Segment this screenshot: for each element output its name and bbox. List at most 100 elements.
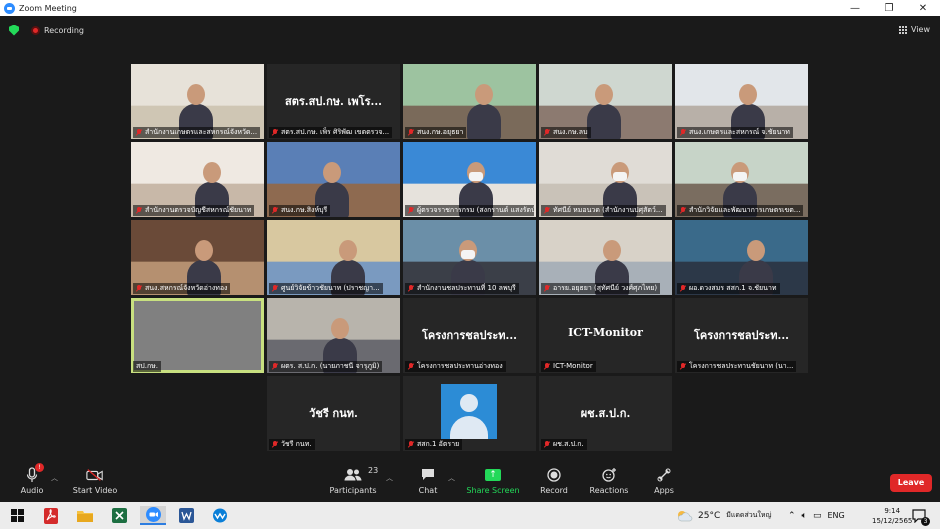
participant-name: ผู้ตรวจราชการกรม (สงกรานต์ แสงรัตน์) — [417, 206, 534, 214]
clock[interactable]: 9:14 15/12/2565 — [872, 502, 912, 529]
video-tile[interactable]: โครงการชลประท... โครงการชลประทานอ่างทอง — [403, 298, 536, 373]
recording-label: Recording — [44, 25, 85, 35]
video-off-icon — [86, 466, 104, 483]
participant-name-tag: วัชรี กนท. — [269, 439, 315, 450]
meeting-controls: ! Audio ︿ Start Video 23 Participants ︿ … — [0, 460, 940, 502]
participant-name: ผช.ส.ป.ก. — [553, 440, 584, 448]
participant-display-name: ICT-Monitor — [568, 326, 643, 339]
video-tile[interactable]: ผู้ตรวจราชการกรม (สงกรานต์ แสงรัตน์) — [403, 142, 536, 217]
notification-center-icon[interactable]: 3 — [912, 502, 930, 529]
participant-name: สนง.สหกรณ์จังหวัดอ่างทอง — [145, 284, 228, 292]
video-tile[interactable]: สนง.กษ.ลบ — [539, 64, 672, 139]
recording-icon — [31, 25, 40, 35]
webex-app-icon[interactable] — [210, 506, 230, 525]
participant-name: อารย.อยุธยา (สุทัศนีย์ วงศ์ศุภไทย) — [553, 284, 658, 292]
muted-mic-icon — [272, 441, 278, 448]
video-tile[interactable]: สนง.กษ.สิงห์บุรี — [267, 142, 400, 217]
notification-count: 3 — [921, 517, 930, 526]
window-title: Zoom Meeting — [19, 3, 77, 13]
video-tile[interactable]: อารย.อยุธยา (สุทัศนีย์ วงศ์ศุภไทย) — [539, 220, 672, 295]
participant-name: ศูนย์วิจัยข้าวชัยนาท (ปราชญา... — [281, 284, 380, 292]
zoom-window: Zoom Meeting — ❐ ✕ Recording View สำนักง… — [0, 0, 940, 529]
video-tile[interactable]: วัชรี กนท. วัชรี กนท. — [267, 376, 400, 451]
video-tile[interactable]: สำนักวิจัยและพัฒนาการเกษตรเขต... — [675, 142, 808, 217]
participant-name-tag: สนง.กษ.สิงห์บุรี — [269, 205, 331, 216]
close-button[interactable]: ✕ — [906, 0, 940, 16]
muted-mic-icon — [136, 207, 142, 214]
video-tile[interactable]: สสก.1 อัตราย — [403, 376, 536, 451]
participant-name-tag: สนง.กษ.ลบ — [541, 127, 591, 138]
muted-mic-icon — [136, 285, 142, 292]
video-tile[interactable]: ผอ.ดวงสมร สสก.1 จ.ชัยนาท — [675, 220, 808, 295]
default-avatar-icon — [441, 384, 497, 439]
muted-mic-icon — [408, 363, 414, 370]
muted-mic-icon — [272, 363, 278, 370]
participant-name: ทัศนีย์ หมอนวด (สำนักงานปศุสัตว์... — [553, 206, 663, 214]
network-icon[interactable]: ▭ — [813, 511, 822, 521]
participant-name-tag: สนง.กษ.อยุธยา — [405, 127, 467, 138]
start-video-button[interactable]: Start Video — [60, 466, 130, 495]
security-shield-icon[interactable] — [9, 24, 19, 36]
windows-taskbar: 25°C มีแดดส่วนใหญ่ ⌃ 🔈︎ ▭ ENG 9:14 15/12… — [0, 502, 940, 529]
view-button[interactable]: View — [899, 25, 930, 34]
grid-view-icon — [899, 25, 908, 34]
participant-display-name: สตร.สป.กษ. เพโร... — [284, 95, 382, 108]
participant-name: ผตร. ส.ป.ก. (นายภาชนี จารุภูมิ) — [281, 362, 380, 370]
muted-mic-icon — [680, 129, 686, 136]
video-tile[interactable]: ผตร. ส.ป.ก. (นายภาชนี จารุภูมิ) — [267, 298, 400, 373]
muted-mic-icon — [272, 129, 278, 136]
video-tile[interactable]: สำนักงานชลประทานที่ 10 ลพบุรี — [403, 220, 536, 295]
meeting-status-bar: Recording View — [0, 16, 940, 44]
participant-display-name: โครงการชลประท... — [693, 329, 790, 342]
speaker-icon[interactable]: 🔈︎ — [802, 511, 807, 521]
video-tile[interactable]: สป.กษ. — [131, 298, 264, 373]
weather-widget[interactable]: 25°C มีแดดส่วนใหญ่ — [677, 502, 771, 529]
windows-start-icon[interactable] — [7, 506, 27, 525]
video-tile[interactable]: สำนักงานตรวจบัญชีสหกรณ์ชัยนาท — [131, 142, 264, 217]
video-tile[interactable]: สนง.สหกรณ์จังหวัดอ่างทอง — [131, 220, 264, 295]
video-tile[interactable]: โครงการชลประท... โครงการชลประทานชัยนาท (น… — [675, 298, 808, 373]
participant-name: สนง.กษ.สิงห์บุรี — [281, 206, 328, 214]
participants-count: 23 — [368, 466, 379, 475]
minimize-button[interactable]: — — [838, 0, 872, 16]
participant-name-tag: ผช.ส.ป.ก. — [541, 439, 587, 450]
participant-name: โครงการชลประทานอ่างทอง — [417, 362, 503, 370]
participants-button[interactable]: 23 Participants — [318, 466, 388, 495]
file-explorer-icon[interactable] — [75, 506, 95, 525]
participant-name-tag: สป.กษ. — [133, 361, 162, 372]
participant-name: สำนักวิจัยและพัฒนาการเกษตรเขต... — [689, 206, 801, 214]
chat-label: Chat — [418, 486, 438, 495]
muted-mic-icon — [544, 207, 550, 214]
muted-mic-icon — [544, 441, 550, 448]
video-tile[interactable]: สนง.กษ.อยุธยา — [403, 64, 536, 139]
share-screen-button[interactable]: ↑ Share Screen — [458, 466, 528, 495]
microphone-icon: ! — [23, 463, 44, 483]
participant-name-tag: ผตร. ส.ป.ก. (นายภาชนี จารุภูมิ) — [269, 361, 383, 372]
participant-name-tag: สำนักงานชลประทานที่ 10 ลพบุรี — [405, 283, 519, 294]
language-indicator[interactable]: ENG — [827, 511, 844, 520]
excel-app-icon[interactable] — [109, 506, 129, 525]
video-tile[interactable]: ผช.ส.ป.ก. ผช.ส.ป.ก. — [539, 376, 672, 451]
chat-options-caret-icon[interactable]: ︿ — [448, 473, 455, 483]
maximize-button[interactable]: ❐ — [872, 0, 906, 16]
video-tile[interactable]: ศูนย์วิจัยข้าวชัยนาท (ปราชญา... — [267, 220, 400, 295]
participant-name: สสก.1 อัตราย — [417, 440, 460, 448]
audio-options-caret-icon[interactable]: ︿ — [51, 473, 58, 483]
apps-button[interactable]: Apps — [629, 466, 699, 495]
leave-button[interactable]: Leave — [890, 474, 932, 492]
video-tile[interactable]: ICT-Monitor ICT-Monitor — [539, 298, 672, 373]
video-tile[interactable]: สำนักงานเกษตรและสหกรณ์จังหวัด... — [131, 64, 264, 139]
tray-overflow-caret-icon[interactable]: ⌃ — [788, 511, 796, 521]
participant-name-tag: สำนักวิจัยและพัฒนาการเกษตรเขต... — [677, 205, 804, 216]
participant-name-tag: สตร.สป.กษ. เพ็ร ศิริพัฒ เขตตรวจ... — [269, 127, 393, 138]
reactions-icon — [600, 466, 618, 483]
zoom-app-icon[interactable] — [140, 506, 166, 525]
video-tile[interactable]: สตร.สป.กษ. เพโร... สตร.สป.กษ. เพ็ร ศิริพั… — [267, 64, 400, 139]
video-tile[interactable]: ทัศนีย์ หมอนวด (สำนักงานปศุสัตว์... — [539, 142, 672, 217]
chat-icon — [419, 466, 437, 483]
acrobat-app-icon[interactable] — [41, 506, 61, 525]
muted-mic-icon — [408, 441, 414, 448]
participants-options-caret-icon[interactable]: ︿ — [386, 473, 393, 483]
video-tile[interactable]: สนง.เกษตรและสหกรณ์ จ.ชัยนาท — [675, 64, 808, 139]
word-app-icon[interactable] — [176, 506, 196, 525]
